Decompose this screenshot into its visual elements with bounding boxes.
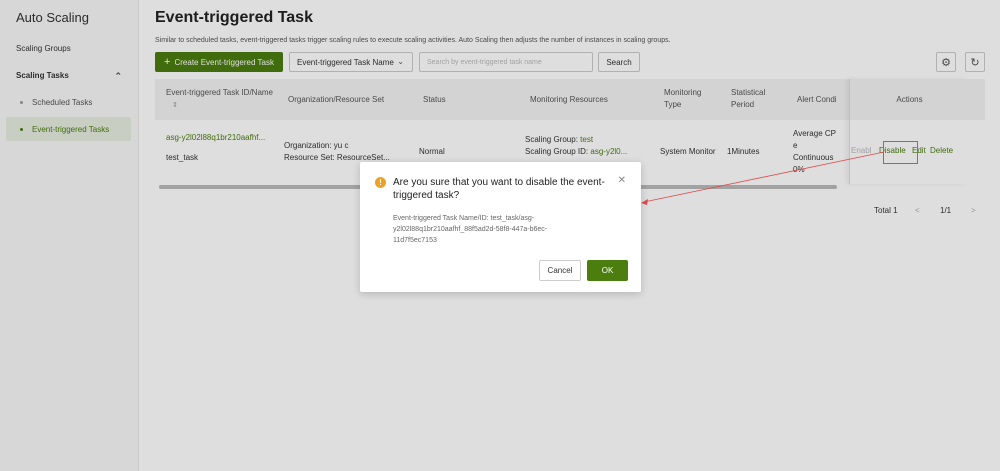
- warning-icon: !: [375, 177, 386, 188]
- dialog-body: Event-triggered Task Name/ID: test_task/…: [393, 215, 548, 244]
- ok-button[interactable]: OK: [587, 260, 628, 281]
- disable-confirm-dialog: ! Are you sure that you want to disable …: [360, 162, 641, 292]
- cancel-button[interactable]: Cancel: [539, 260, 581, 281]
- dialog-title: Are you sure that you want to disable th…: [393, 177, 605, 201]
- annotation-highlight-box: [883, 141, 918, 164]
- close-icon[interactable]: ✕: [618, 175, 626, 186]
